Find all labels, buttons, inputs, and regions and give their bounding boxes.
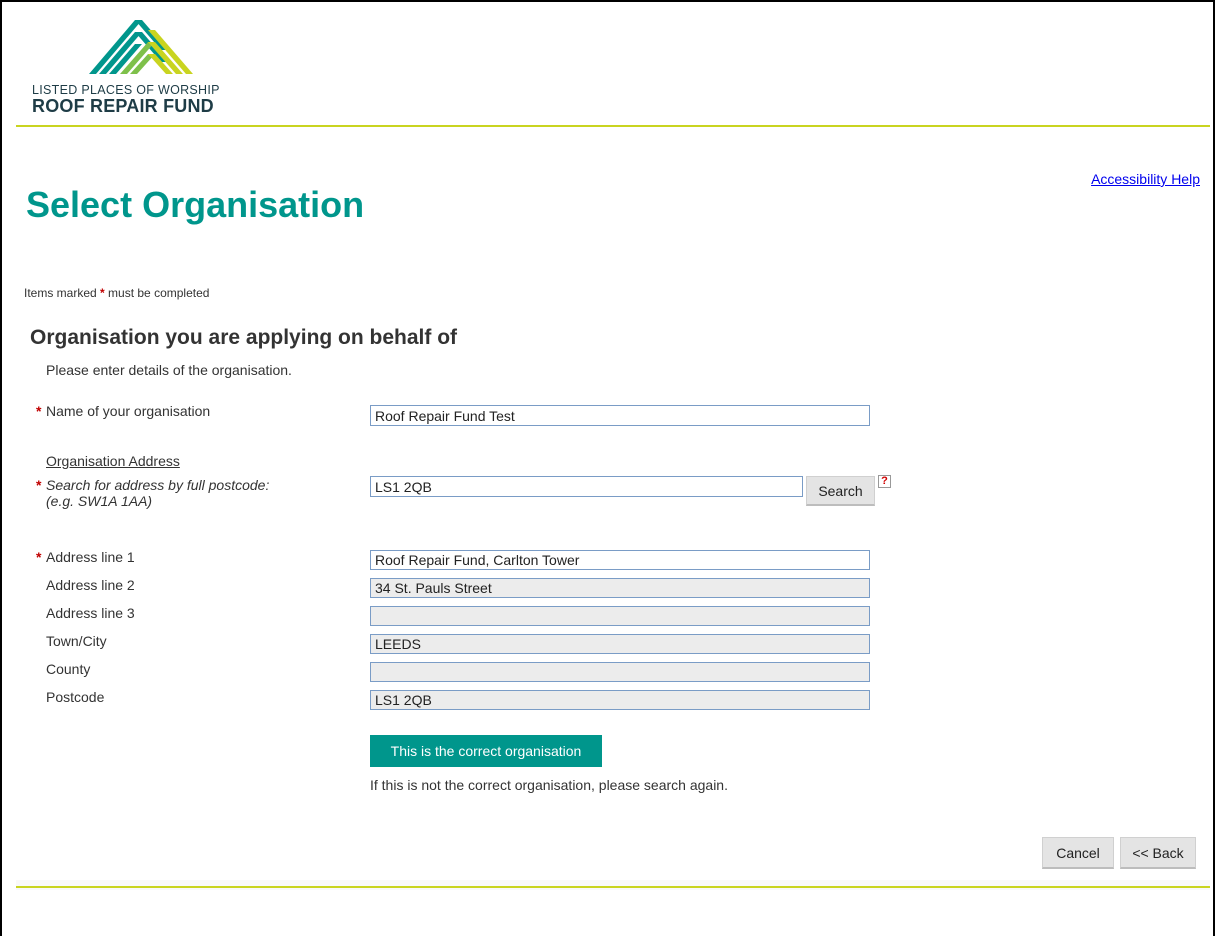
cancel-button[interactable]: Cancel	[1042, 837, 1114, 869]
org-name-label: * Name of your organisation	[36, 403, 210, 419]
address-line1-label-text: Address line 1	[46, 549, 135, 565]
page-title: Select Organisation	[26, 184, 365, 225]
section-description: Please enter details of the organisation…	[46, 362, 292, 378]
confirm-organisation-button[interactable]: This is the correct organisation	[370, 735, 602, 767]
address-line2-input[interactable]	[370, 578, 870, 598]
search-button[interactable]: Search	[806, 476, 875, 506]
address-line1-input[interactable]	[370, 550, 870, 570]
county-input[interactable]	[370, 662, 870, 682]
footer-divider	[16, 886, 1210, 888]
required-star: *	[36, 403, 42, 419]
address-line3-label: Address line 3	[46, 605, 135, 621]
main-content: Accessibility Help Select Organisation I…	[16, 127, 1210, 880]
required-fields-note: Items marked * must be completed	[24, 286, 209, 300]
county-label: County	[46, 661, 91, 677]
roof-repair-fund-logo[interactable]: LISTED PLACES OF WORSHIP ROOF REPAIR FUN…	[32, 12, 252, 122]
postcode-search-label: * Search for address by full postcode: (e…	[36, 477, 269, 509]
required-star: *	[36, 477, 42, 493]
address-line1-label: * Address line 1	[36, 549, 135, 565]
search-again-note: If this is not the correct organisation,…	[370, 777, 728, 793]
accessibility-help-link[interactable]: Accessibility Help	[1091, 171, 1200, 187]
town-label: Town/City	[46, 633, 107, 649]
required-note-suffix: must be completed	[108, 286, 210, 300]
postcode-label: Postcode	[46, 689, 105, 705]
required-star: *	[36, 549, 42, 565]
address-heading: Organisation Address	[46, 453, 180, 469]
postcode-search-label-text: Search for address by full postcode:	[46, 477, 270, 493]
address-line2-label: Address line 2	[46, 577, 135, 593]
postcode-example: (e.g. SW1A 1AA)	[46, 493, 153, 509]
org-name-input[interactable]	[370, 405, 870, 426]
address-line3-input[interactable]	[370, 606, 870, 626]
org-name-label-text: Name of your organisation	[46, 403, 211, 419]
town-input[interactable]	[370, 634, 870, 654]
logo-subtitle: LISTED PLACES OF WORSHIP	[32, 83, 220, 97]
required-note-prefix: Items marked	[24, 286, 97, 300]
footer	[16, 890, 1210, 934]
help-icon[interactable]: ?	[878, 475, 891, 488]
section-title: Organisation you are applying on behalf …	[30, 326, 458, 349]
back-button[interactable]: << Back	[1120, 837, 1196, 869]
roof-chevrons-icon	[89, 20, 193, 74]
required-star: *	[100, 286, 105, 300]
postcode-input[interactable]	[370, 690, 870, 710]
postcode-search-input[interactable]	[370, 476, 803, 497]
logo-title: ROOF REPAIR FUND	[32, 96, 214, 116]
site-header: LISTED PLACES OF WORSHIP ROOF REPAIR FUN…	[16, 4, 1210, 125]
